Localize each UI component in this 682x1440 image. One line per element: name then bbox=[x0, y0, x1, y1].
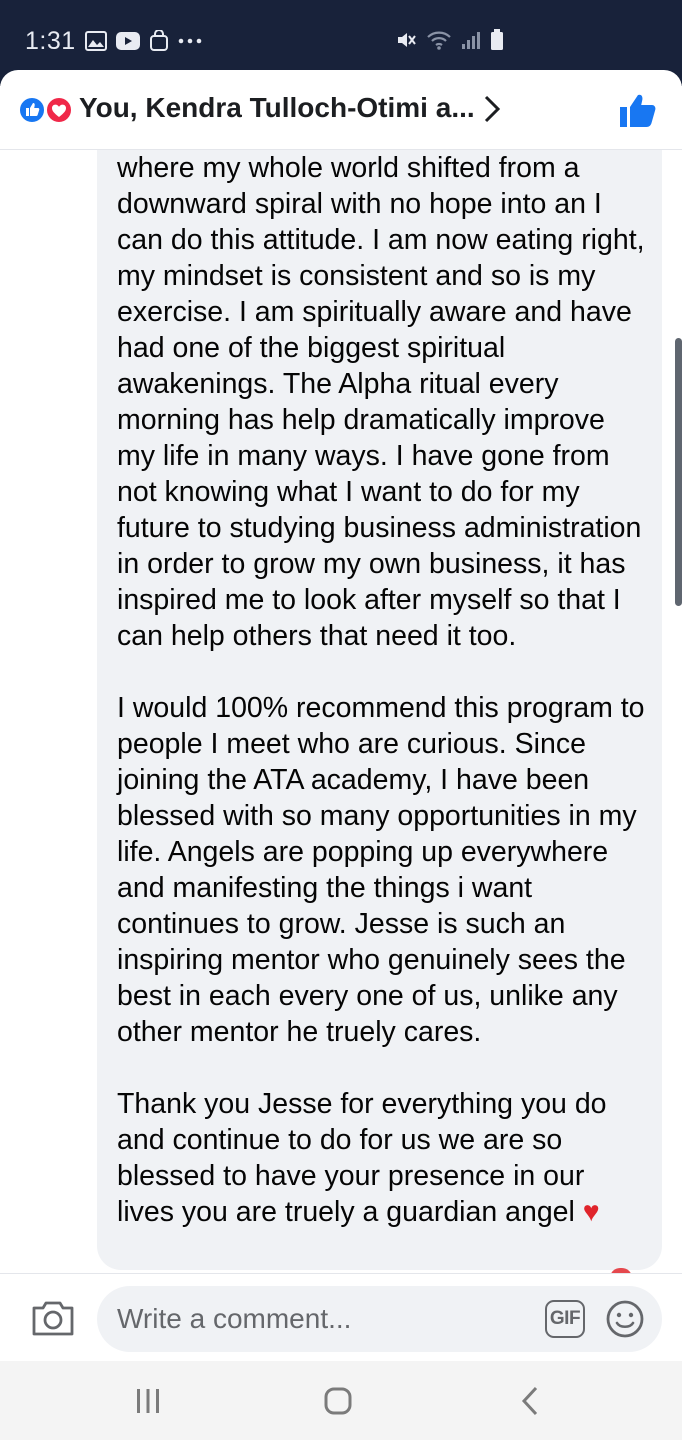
comment-paragraph-3: Thank you Jesse for everything you do an… bbox=[117, 1086, 647, 1230]
battery-icon bbox=[491, 29, 503, 50]
love-reaction-icon bbox=[45, 96, 73, 124]
gif-button[interactable]: GIF bbox=[545, 1300, 585, 1338]
scrollbar[interactable] bbox=[675, 338, 682, 606]
more-dots-icon bbox=[178, 38, 202, 44]
comment-input[interactable]: Write a comment... GIF bbox=[97, 1286, 662, 1352]
heart-emoji-icon: ♥ bbox=[582, 1196, 600, 1228]
signal-icon bbox=[462, 32, 480, 49]
emoji-icon[interactable] bbox=[605, 1299, 645, 1339]
comment-placeholder: Write a comment... bbox=[117, 1303, 352, 1334]
chevron-right-icon[interactable] bbox=[482, 94, 502, 124]
bag-icon bbox=[150, 30, 168, 51]
system-nav-bar bbox=[0, 1361, 682, 1440]
comment-paragraph-1: where my whole world shifted from a down… bbox=[117, 152, 645, 652]
home-icon[interactable] bbox=[323, 1386, 353, 1416]
gallery-icon bbox=[85, 31, 107, 51]
header-title[interactable]: You, Kendra Tulloch-Otimi a... bbox=[79, 92, 475, 124]
status-time: 1:31 bbox=[25, 27, 76, 55]
post-header: You, Kendra Tulloch-Otimi a... bbox=[0, 70, 682, 150]
comment-paragraph-2: I would 100% recommend this program to p… bbox=[117, 692, 645, 1048]
like-button[interactable] bbox=[618, 90, 658, 130]
status-icons-right bbox=[395, 29, 504, 51]
youtube-icon bbox=[116, 32, 140, 50]
recents-icon[interactable] bbox=[134, 1387, 162, 1415]
comment-paragraph-3-text: Thank you Jesse for everything you do an… bbox=[117, 1088, 607, 1228]
like-reaction-icon bbox=[18, 96, 46, 124]
mute-icon bbox=[398, 33, 416, 47]
wifi-icon bbox=[427, 31, 451, 50]
comment-text: where my whole world shifted from a down… bbox=[117, 150, 647, 1230]
camera-icon[interactable] bbox=[30, 1298, 76, 1338]
reaction-icons bbox=[18, 96, 73, 124]
comment-content: where my whole world shifted from a down… bbox=[0, 150, 682, 1273]
status-icons-left bbox=[85, 30, 203, 52]
comment-composer: Write a comment... GIF bbox=[0, 1273, 682, 1361]
back-icon[interactable] bbox=[518, 1385, 542, 1417]
